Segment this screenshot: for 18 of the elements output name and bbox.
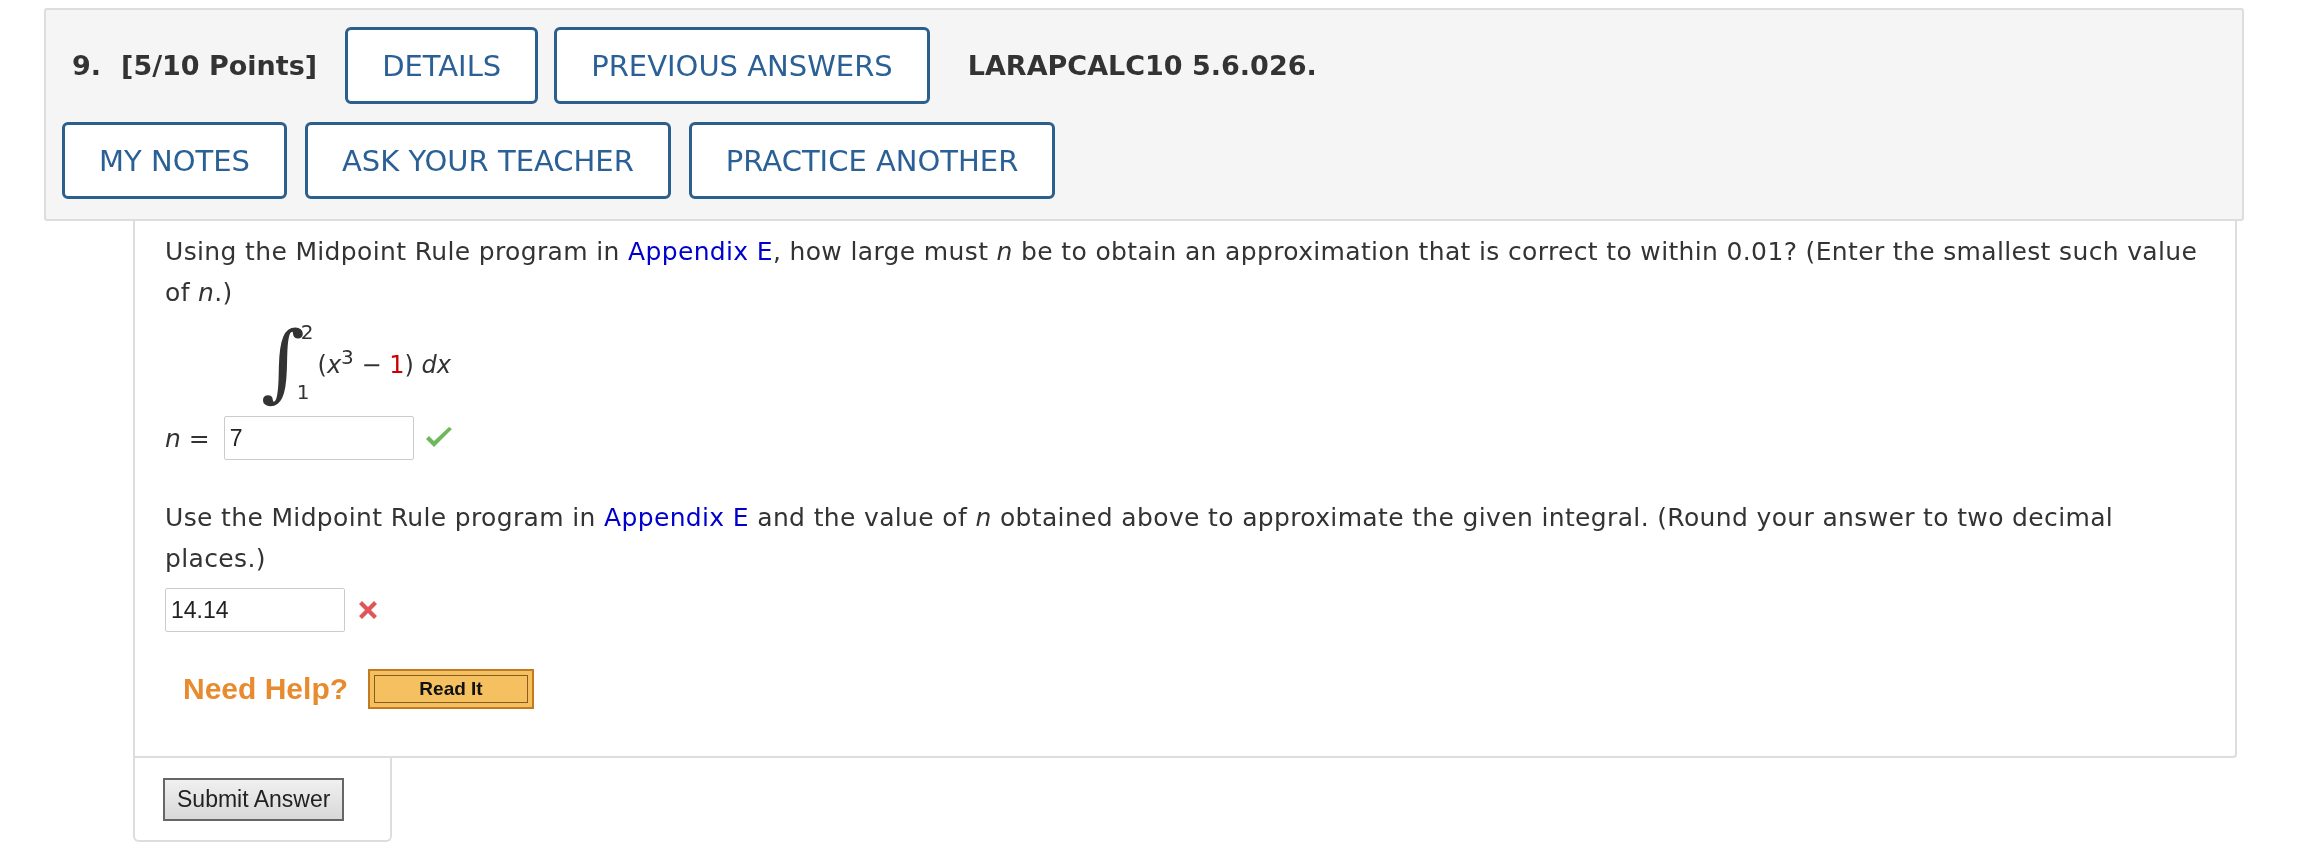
answer-field[interactable]: 7 [223,416,414,460]
question-number: 9. [72,50,102,81]
points-label: [5/10 Points] [121,50,318,81]
header-button[interactable]: DETAILS [345,27,539,104]
question-text: Using the Midpoint Rule program in Appendix E, how large must n be to obtain an approximation that is correct to within 0.01? (Enter the smallest such value of n.) [165,236,2199,309]
header-button[interactable]: PREVIOUS ANSWERS [554,27,930,104]
submit-button[interactable]: Submit Answer [163,778,345,821]
appendix-link[interactable]: Appendix E [628,237,773,266]
header-button[interactable]: ASK YOUR TEACHER [304,122,671,199]
header-button[interactable]: PRACTICE ANOTHER [688,122,1056,199]
problem-code: LARAPCALC10 5.6.026. [967,50,1317,81]
answer-field[interactable]: 14.14 [165,588,345,632]
question-text: Use the Midpoint Rule program in Appendix E and the value of n obtained above to approximate the given integral. (Round your answer to two decimal places.) [165,502,2115,575]
read-it-button[interactable]: Read It [368,669,535,709]
appendix-link[interactable]: Appendix E [604,503,749,532]
need-help-label: Need Help? [183,672,349,706]
variable-label: n = [165,423,210,453]
header-button[interactable]: MY NOTES [62,122,287,199]
